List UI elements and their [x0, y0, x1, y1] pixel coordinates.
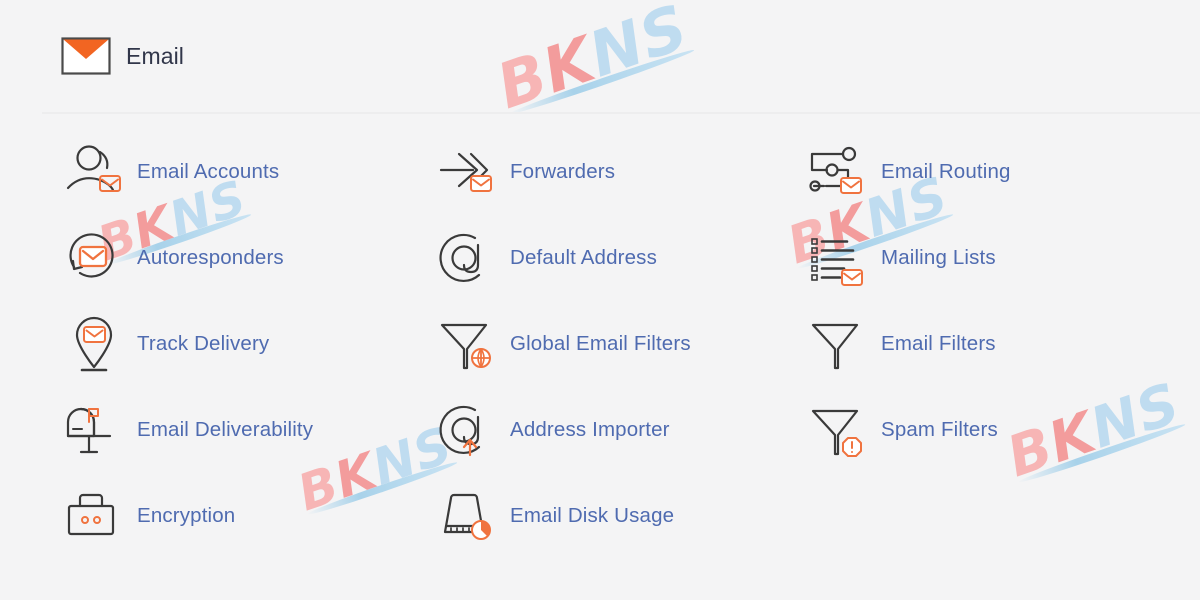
feature-link-autoresponders[interactable]: Autoresponders: [42, 215, 415, 301]
email-section-page: BKNS BKNS BKNS BKNS BKNS Email Email Acc…: [0, 0, 1200, 600]
feature-label: Forwarders: [510, 160, 616, 183]
feature-link-mailing-lists[interactable]: Mailing Lists: [786, 215, 1200, 301]
page-title: Email: [126, 42, 185, 69]
feature-label: Encryption: [137, 504, 236, 527]
feature-label: Mailing Lists: [881, 246, 996, 269]
feature-link-global-email-filters[interactable]: Global Email Filters: [415, 301, 786, 387]
funnel-icon: [803, 311, 875, 377]
section-header: Email: [42, 0, 1200, 113]
feature-label: Email Filters: [881, 332, 996, 355]
routing-nodes-envelope-icon: [803, 139, 875, 205]
envelope-icon: [59, 29, 113, 83]
map-pin-envelope-icon: [59, 311, 131, 377]
list-envelope-icon: [803, 225, 875, 291]
feature-link-email-routing[interactable]: Email Routing: [786, 129, 1200, 215]
feature-label: Spam Filters: [881, 418, 998, 441]
funnel-globe-icon: [432, 311, 504, 377]
feature-link-email-deliverability[interactable]: Email Deliverability: [42, 387, 415, 473]
feature-label: Address Importer: [510, 418, 670, 441]
feature-link-encryption[interactable]: Encryption: [42, 473, 415, 559]
feature-link-email-disk-usage[interactable]: Email Disk Usage: [415, 473, 786, 559]
feature-label: Email Disk Usage: [510, 504, 675, 527]
feature-label: Global Email Filters: [510, 332, 691, 355]
feature-label: Autoresponders: [137, 246, 284, 269]
feature-label: Email Deliverability: [137, 418, 314, 441]
feature-label: Default Address: [510, 246, 657, 269]
at-sign-upload-icon: [432, 397, 504, 463]
feature-link-track-delivery[interactable]: Track Delivery: [42, 301, 415, 387]
user-envelope-icon: [59, 139, 131, 205]
at-sign-icon: [432, 225, 504, 291]
feature-link-forwarders[interactable]: Forwarders: [415, 129, 786, 215]
feature-link-address-importer[interactable]: Address Importer: [415, 387, 786, 473]
feature-label: Email Routing: [881, 160, 1011, 183]
refresh-loop-envelope-icon: [59, 225, 131, 291]
mailbox-flag-icon: [59, 397, 131, 463]
funnel-warning-icon: [803, 397, 875, 463]
content-panel: Email Email Accounts Forwarders Email Ro…: [42, 0, 1200, 600]
email-feature-grid: Email Accounts Forwarders Email Routing …: [42, 113, 1200, 559]
feature-label: Track Delivery: [137, 332, 270, 355]
padlock-icon: [59, 483, 131, 549]
header-divider: [42, 113, 1200, 114]
disk-pie-icon: [432, 483, 504, 549]
feature-link-email-filters[interactable]: Email Filters: [786, 301, 1200, 387]
feature-link-email-accounts[interactable]: Email Accounts: [42, 129, 415, 215]
arrow-forward-envelope-icon: [432, 139, 504, 205]
feature-link-default-address[interactable]: Default Address: [415, 215, 786, 301]
feature-label: Email Accounts: [137, 160, 280, 183]
feature-link-spam-filters[interactable]: Spam Filters: [786, 387, 1200, 473]
